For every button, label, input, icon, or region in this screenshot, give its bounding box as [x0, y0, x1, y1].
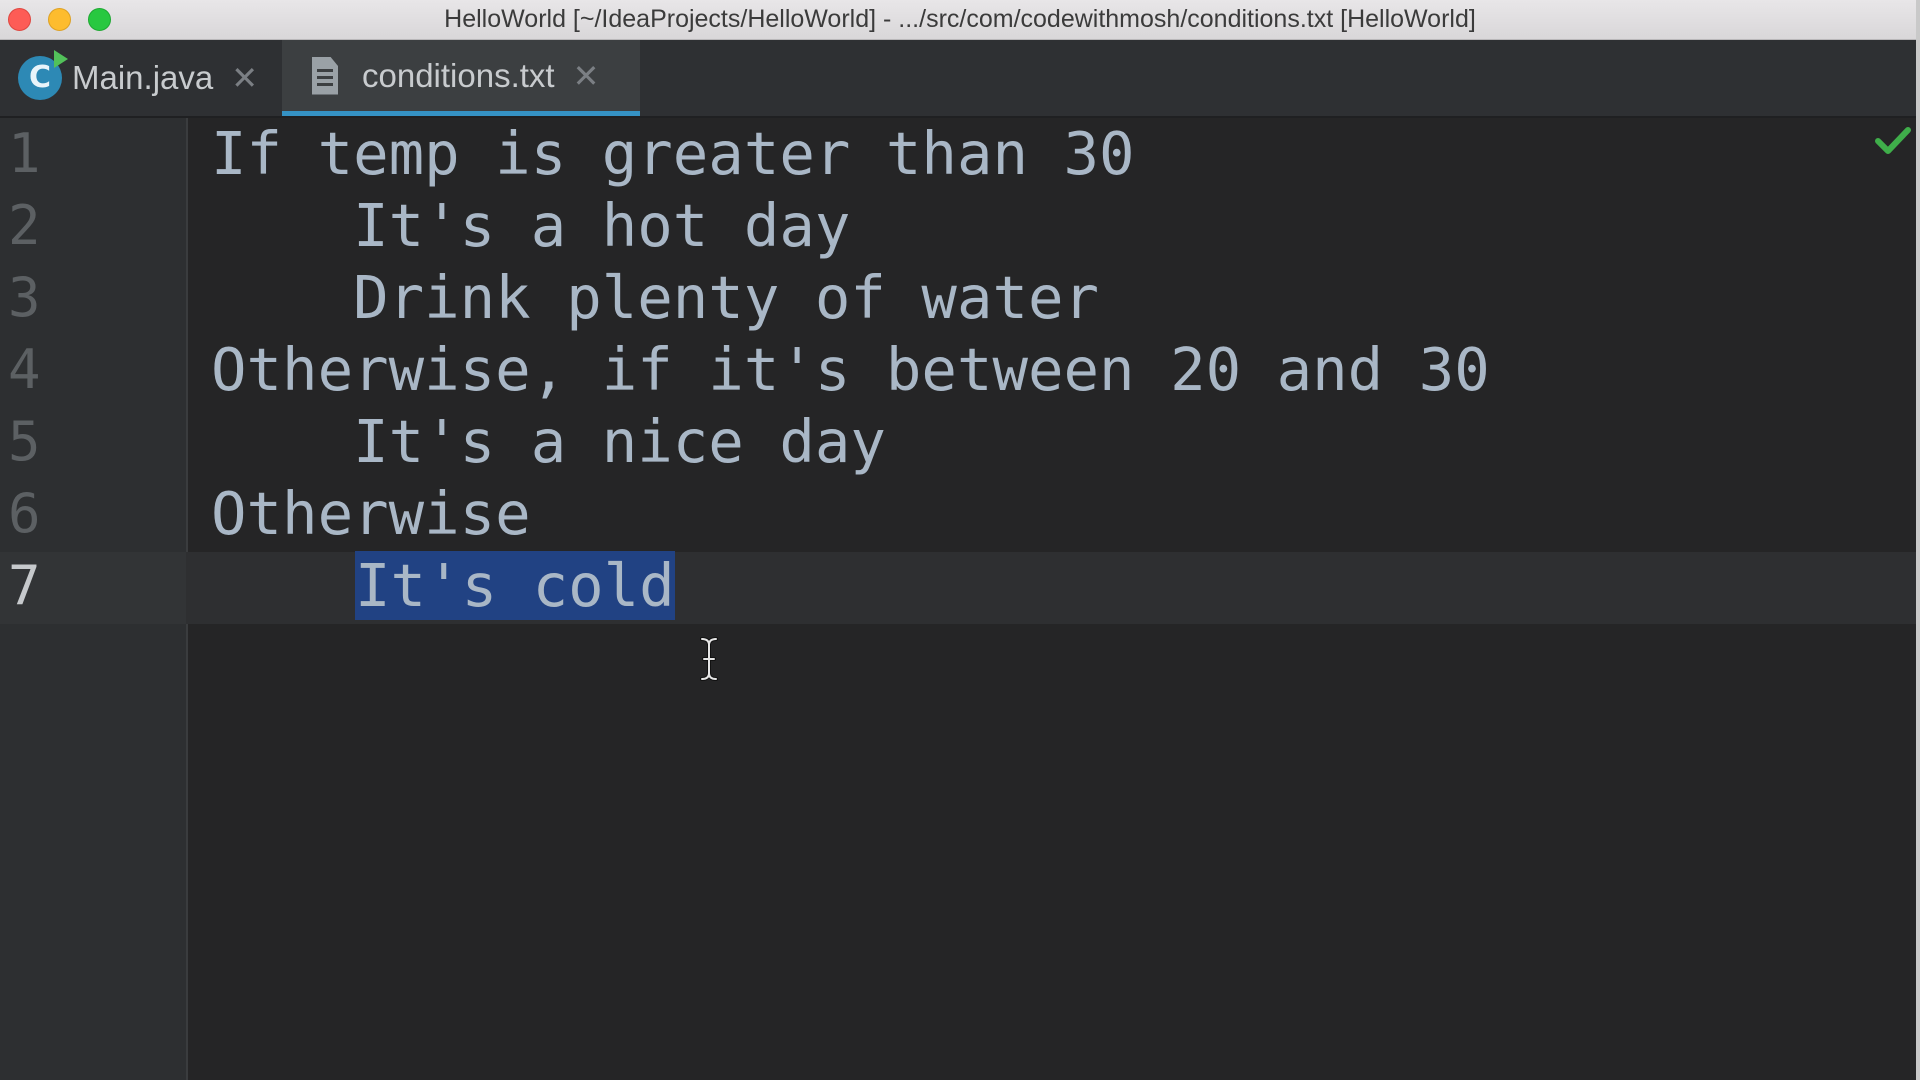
editor-line[interactable]: 5 It's a nice day [0, 406, 1916, 478]
text-cursor-icon [700, 637, 718, 681]
line-text: Otherwise [211, 479, 531, 548]
line-text: If temp is greater than 30 [211, 119, 1135, 188]
line-number: 5 [8, 410, 41, 473]
java-class-icon: C [18, 50, 68, 100]
tab-main-java[interactable]: C Main.java ✕ [0, 40, 280, 116]
close-icon[interactable]: ✕ [573, 57, 600, 95]
line-text: Otherwise, if it's between 20 and 30 [211, 335, 1490, 404]
ide-window: HelloWorld [~/IdeaProjects/HelloWorld] -… [0, 0, 1920, 1080]
close-icon[interactable]: ✕ [231, 59, 258, 97]
line-text: It's cold [355, 550, 675, 622]
line-text: It's a nice day [211, 407, 886, 476]
selected-text[interactable]: It's cold [355, 551, 675, 620]
line-number: 6 [8, 482, 41, 545]
window-title: HelloWorld [~/IdeaProjects/HelloWorld] -… [444, 5, 1476, 33]
line-number: 1 [8, 122, 41, 185]
line-text: Drink plenty of water [211, 263, 1100, 332]
text-file-icon [312, 56, 338, 95]
editor-line[interactable]: 7 It's cold [0, 550, 1916, 622]
editor-line[interactable]: 3 Drink plenty of water [0, 262, 1916, 334]
editor-line[interactable]: 6 Otherwise [0, 478, 1916, 550]
tab-label: conditions.txt [362, 56, 555, 94]
checkmark-icon [1875, 127, 1911, 154]
line-number: 3 [8, 266, 41, 329]
line-text: It's a hot day [211, 191, 851, 260]
editor-line[interactable]: 2 It's a hot day [0, 190, 1916, 262]
line-number: 4 [8, 338, 41, 401]
window-edge [1916, 0, 1920, 1080]
tab-label: Main.java [72, 59, 214, 96]
line-number: 2 [8, 194, 41, 257]
text-editor[interactable]: 1 If temp is greater than 30 2 It's a ho… [0, 118, 1916, 1080]
title-bar: HelloWorld [~/IdeaProjects/HelloWorld] -… [0, 0, 1920, 40]
line-number: 7 [8, 554, 41, 617]
editor-line[interactable]: 1 If temp is greater than 30 [0, 118, 1916, 190]
editor-tab-bar: C Main.java ✕ conditions.txt ✕ [0, 40, 1916, 118]
tab-conditions-txt[interactable]: conditions.txt ✕ [282, 40, 640, 116]
editor-line[interactable]: 4 Otherwise, if it's between 20 and 30 [0, 334, 1916, 406]
